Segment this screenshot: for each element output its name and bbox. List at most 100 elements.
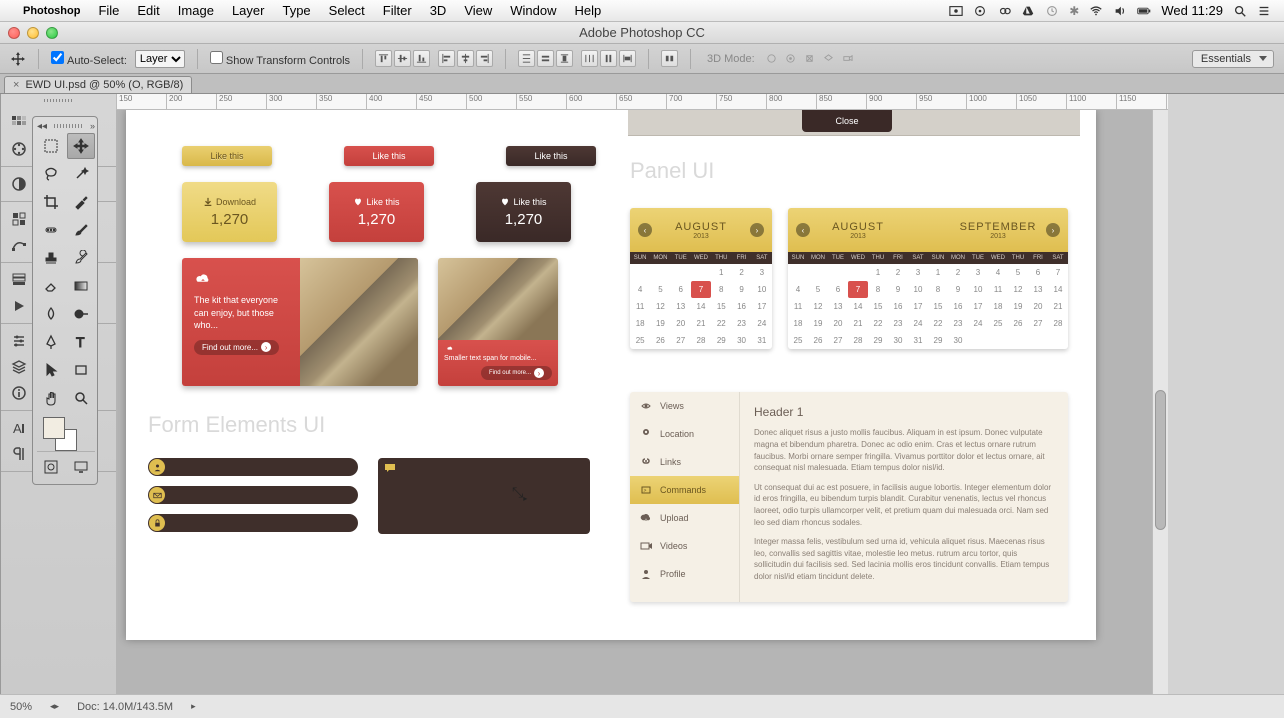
form-elements-heading: Form Elements UI — [148, 412, 325, 438]
menubar-select[interactable]: Select — [329, 3, 365, 18]
svg-text:T: T — [76, 334, 85, 350]
cc-icon[interactable] — [997, 4, 1011, 18]
show-transform-checkbox[interactable]: Show Transform Controls — [210, 51, 350, 67]
eraser-tool[interactable] — [37, 273, 65, 299]
history-brush-tool[interactable] — [67, 245, 95, 271]
type-tool[interactable]: T — [67, 329, 95, 355]
align-top-icon[interactable] — [375, 50, 392, 67]
volume-icon[interactable] — [1113, 4, 1127, 18]
canvas-viewport[interactable]: Like this Like this Like this Download 1… — [16, 110, 1168, 694]
menubar-app[interactable]: Photoshop — [23, 5, 80, 17]
bluetooth-icon[interactable]: ✱ — [1069, 4, 1079, 18]
panel-body-p1: Donec aliquet risus a justo mollis fauci… — [754, 427, 1054, 473]
panel-body-p2: Ut consequat dui ac est posuere, in faci… — [754, 482, 1054, 528]
menubar-file[interactable]: File — [98, 3, 119, 18]
menubar-help[interactable]: Help — [575, 3, 602, 18]
document-tab[interactable]: × EWD UI.psd @ 50% (O, RGB/8) — [4, 76, 192, 93]
gdrive-icon[interactable] — [1021, 4, 1035, 18]
move-tool-icon — [10, 51, 26, 67]
brush-tool[interactable] — [67, 217, 95, 243]
menubar-type[interactable]: Type — [282, 3, 310, 18]
dist6-icon[interactable] — [619, 50, 636, 67]
menubar-view[interactable]: View — [464, 3, 492, 18]
user-icon — [149, 459, 165, 475]
panel-grip[interactable] — [1, 94, 116, 106]
color-swatches[interactable] — [37, 413, 95, 449]
hand-tool[interactable] — [37, 385, 65, 411]
textarea: ⤡▸ — [378, 458, 590, 534]
find-out-more-pill-small: Find out more...› — [481, 366, 552, 380]
clock-text[interactable]: Wed 11:29 — [1161, 3, 1223, 18]
sidebar-item-upload: Upload — [630, 504, 739, 532]
quickmask-tool[interactable] — [37, 454, 65, 480]
magic-wand-tool[interactable] — [67, 161, 95, 187]
dist5-icon[interactable] — [600, 50, 617, 67]
spotlight-icon[interactable] — [1233, 4, 1247, 18]
align-bottom-icon[interactable] — [413, 50, 430, 67]
sync-icon[interactable] — [973, 4, 987, 18]
3d5-icon — [839, 50, 856, 67]
menubar-window[interactable]: Window — [510, 3, 556, 18]
menubar-image[interactable]: Image — [178, 3, 214, 18]
workspace-switcher[interactable]: Essentials — [1192, 50, 1274, 68]
gradient-tool[interactable] — [67, 273, 95, 299]
screenmode-tool[interactable] — [67, 454, 95, 480]
cloud-upload-icon — [194, 272, 212, 286]
panel-body-header: Header 1 — [754, 404, 1054, 421]
dodge-tool[interactable] — [67, 301, 95, 327]
panel-sidebar: ViewsLocationLinks>_CommandsUploadVideos… — [630, 392, 740, 602]
mac-menubar: Photoshop File Edit Image Layer Type Sel… — [0, 0, 1284, 22]
svg-text:A: A — [13, 421, 22, 436]
path-select-tool[interactable] — [37, 357, 65, 383]
move-tool[interactable] — [67, 133, 95, 159]
media-text: The kit that everyone can enjoy, but tho… — [194, 294, 288, 332]
input-email — [148, 486, 358, 504]
dist3-icon[interactable] — [556, 50, 573, 67]
marquee-tool[interactable] — [37, 133, 65, 159]
healing-tool[interactable] — [37, 217, 65, 243]
align-right-icon[interactable] — [476, 50, 493, 67]
tools-panel[interactable]: ◂◂ » T — [32, 116, 98, 485]
tools-collapse-icon[interactable]: ◂◂ — [37, 121, 47, 132]
screencap-icon[interactable] — [949, 4, 963, 18]
dist2-icon[interactable] — [537, 50, 554, 67]
dist1-icon[interactable] — [518, 50, 535, 67]
document-canvas[interactable]: Like this Like this Like this Download 1… — [126, 110, 1096, 640]
zoom-stepper[interactable]: ◂▸ — [50, 701, 59, 712]
main-area: 5010015020025030035040045050055060065070… — [0, 94, 1284, 694]
zoom-level[interactable]: 50% — [10, 701, 32, 713]
pen-tool[interactable] — [37, 329, 65, 355]
foreground-color-swatch[interactable] — [43, 417, 65, 439]
wifi-icon[interactable] — [1089, 4, 1103, 18]
auto-select-checkbox[interactable]: Auto-Select: — [51, 51, 127, 67]
dist4-icon[interactable] — [581, 50, 598, 67]
zoom-tool[interactable] — [67, 385, 95, 411]
auto-align-icon[interactable] — [661, 50, 678, 67]
menubar-filter[interactable]: Filter — [383, 3, 412, 18]
crop-tool[interactable] — [37, 189, 65, 215]
auto-select-target[interactable]: Layer — [135, 50, 185, 68]
panel-body-p3: Integer massa felis, vestibulum sed urna… — [754, 536, 1054, 582]
stamp-tool[interactable] — [37, 245, 65, 271]
blur-tool[interactable] — [37, 301, 65, 327]
scrollbar-thumb[interactable] — [1155, 390, 1166, 530]
menubar-layer[interactable]: Layer — [232, 3, 265, 18]
media-small-text: Smaller text span for mobile... — [444, 355, 552, 362]
timemachine-icon[interactable] — [1045, 4, 1059, 18]
close-tab-icon[interactable]: × — [13, 79, 19, 91]
align-vcenter-icon[interactable] — [394, 50, 411, 67]
battery-icon[interactable] — [1137, 4, 1151, 18]
eyedropper-tool[interactable] — [67, 189, 95, 215]
notifications-icon[interactable] — [1257, 4, 1271, 18]
shape-tool[interactable] — [67, 357, 95, 383]
align-left-icon[interactable] — [438, 50, 455, 67]
cal2-next-icon: › — [1046, 223, 1060, 237]
menubar-edit[interactable]: Edit — [137, 3, 159, 18]
status-menu-icon[interactable]: ▸ — [191, 701, 196, 712]
lasso-tool[interactable] — [37, 161, 65, 187]
vertical-scrollbar[interactable] — [1152, 110, 1168, 694]
like-button-dark: Like this — [506, 146, 596, 166]
menubar-3d[interactable]: 3D — [430, 3, 447, 18]
tools-expand-icon[interactable]: » — [90, 121, 95, 131]
align-hcenter-icon[interactable] — [457, 50, 474, 67]
